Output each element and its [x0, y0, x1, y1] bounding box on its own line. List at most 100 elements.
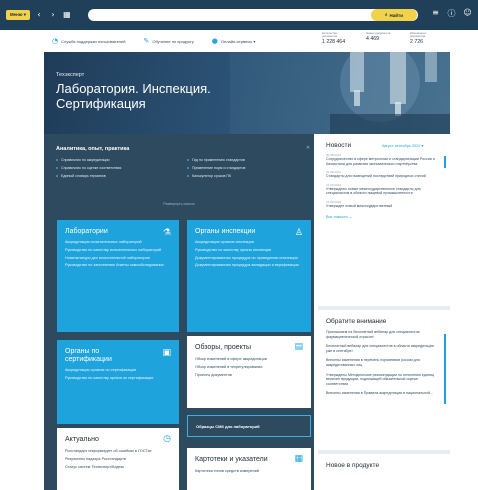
- search-icon: ⌕: [384, 13, 388, 18]
- stat-label: Новых документов: [366, 31, 391, 35]
- attention-item[interactable]: Приглашаем на бесплатный вебинар для спе…: [326, 330, 442, 339]
- card-title: Актуально: [65, 436, 99, 443]
- card-title: Органы по сертификации: [65, 348, 112, 363]
- card-link[interactable]: Обзор изменений в сфере аккредитации: [195, 357, 303, 362]
- card-link[interactable]: Росстандарт информирует об ошибках в ГОС…: [65, 449, 171, 454]
- news-month-select[interactable]: Август-сентябрь 2022 ▾: [382, 143, 423, 148]
- stat-label: Количество документов: [322, 31, 338, 39]
- info-icon[interactable]: ⓘ: [447, 8, 456, 19]
- grid-icon[interactable]: ▦: [62, 10, 72, 20]
- stat-new[interactable]: Новых документов 4 469: [366, 31, 396, 45]
- news-item[interactable]: 01.09.2022 Утвержден новый межгосударств…: [326, 200, 442, 209]
- card-link[interactable]: Руководство по заполнению Анкеты самообс…: [65, 263, 171, 268]
- stat-value: 4 469: [366, 36, 379, 43]
- headset-icon: ◔: [52, 37, 59, 45]
- analytics-link[interactable]: Применение норм и стандартов: [187, 164, 245, 172]
- analytics-title: Аналитика, опыт, практика: [56, 146, 130, 152]
- document-stats: Количество документов 1 228 464 Новых до…: [322, 31, 440, 46]
- analytics-link[interactable]: Гид по применению стандартов: [187, 156, 245, 164]
- stat-value: 2 726: [410, 39, 423, 46]
- products-panel: Новое в продукте: [318, 454, 450, 490]
- right-sidebar: Новости Август-сентябрь 2022 ▾ 30.08.202…: [318, 134, 450, 490]
- attention-item[interactable]: Утверждены Методические рекомендации по …: [326, 373, 442, 387]
- attention-scrollbar[interactable]: [444, 334, 446, 404]
- card-link[interactable]: Номенклатура дел испытательной лаборатор…: [65, 256, 171, 261]
- clock-icon: ◷: [163, 434, 171, 444]
- products-title: Новое в продукте: [326, 462, 380, 469]
- card-title: Органы инспекции: [195, 228, 256, 235]
- search-button[interactable]: ⌕ Найти: [371, 9, 417, 21]
- card-link[interactable]: Результаты надзора Росстандарта: [65, 457, 171, 462]
- user-icon[interactable]: ☺: [463, 8, 472, 19]
- stat-label: Изменённых документов: [410, 31, 427, 39]
- learning-icon: ✎: [143, 37, 150, 45]
- card-link[interactable]: Руководство по качеству органа по сертиф…: [65, 376, 171, 381]
- certificate-icon: ▣: [162, 348, 171, 358]
- online-services-link[interactable]: ● Онлайн-сервисы ▾: [212, 37, 256, 45]
- document-icon: ▤: [294, 342, 303, 352]
- card-link[interactable]: Картотека типов средств измерений: [195, 469, 303, 474]
- card-link[interactable]: Документированная процедура валидации и …: [195, 263, 303, 268]
- inspection-card[interactable]: Органы инспекции ♙ Аккредитация органов …: [187, 220, 311, 332]
- search-input[interactable]: [88, 9, 418, 21]
- card-link[interactable]: Обзор изменений в техрегулировании: [195, 365, 303, 370]
- analytics-link[interactable]: Справочник по аккредитации: [56, 156, 121, 164]
- list-icon[interactable]: ≡: [431, 8, 440, 19]
- news-text: Стандарты для помещений последствий прир…: [326, 174, 426, 179]
- card-link[interactable]: Документированная процедура по проведени…: [195, 256, 303, 261]
- card-link[interactable]: Аккредитация органов по сертификации: [65, 368, 171, 373]
- analytics-list-right: Гид по применению стандартов Применение …: [187, 156, 245, 180]
- chevron-right-icon[interactable]: ›: [48, 10, 58, 20]
- stat-value: 1 228 464: [322, 39, 346, 46]
- attention-title: Обратите внимание: [326, 318, 387, 325]
- chevron-left-icon[interactable]: ‹: [34, 10, 44, 20]
- toolbar-right-icons: ≡ ⓘ ☺: [431, 8, 472, 19]
- search-box: [88, 9, 418, 21]
- analytics-link[interactable]: Справочник по оценке соответствия: [56, 164, 121, 172]
- card-title: Обзоры, проекты: [195, 344, 251, 351]
- catalog-icon: ▦: [294, 454, 303, 464]
- analytics-link[interactable]: Единый словарь терминов: [56, 172, 121, 180]
- news-item[interactable]: 30.08.2022 Сотрудничество в сфере метрол…: [326, 153, 442, 166]
- stat-total[interactable]: Количество документов 1 228 464: [322, 31, 352, 46]
- attention-item[interactable]: Бесплатный вебинар для специалистов в об…: [326, 344, 442, 353]
- attention-item[interactable]: Внесены изменения в перечень нормативов …: [326, 358, 442, 367]
- training-link-label: Обучение по продукту: [152, 38, 194, 44]
- news-item[interactable]: 31.08.2022 Утверждены новые межгосударст…: [326, 183, 442, 196]
- news-text: Утвержден новый межгосударственный: [326, 203, 393, 208]
- card-title: Лаборатории: [65, 228, 108, 235]
- card-link[interactable]: Руководство по качеству органа инспекции: [195, 248, 303, 253]
- training-link[interactable]: ✎ Обучение по продукту: [143, 37, 193, 45]
- news-text: Утверждены новые межгосударственные стан…: [326, 186, 421, 196]
- lab-card[interactable]: Лаборатории ⚗ Аккредитация испытательных…: [57, 220, 179, 332]
- support-link[interactable]: ◔ Служба поддержки пользователей: [52, 37, 125, 45]
- catalogs-card[interactable]: Картотеки и указатели ▦ Картотека типов …: [187, 448, 311, 490]
- card-link[interactable]: Проекты документов: [195, 373, 303, 378]
- card-link[interactable]: Статус систем Техэксперт/Кодекс: [65, 465, 171, 470]
- card-title: Картотеки и указатели: [195, 456, 268, 463]
- news-text: Сотрудничество в сфере метрологии и стан…: [326, 157, 435, 166]
- close-icon[interactable]: ✕: [306, 145, 310, 151]
- reviews-card[interactable]: Обзоры, проекты ▤ Обзор изменений в сфер…: [187, 336, 311, 408]
- certification-card[interactable]: Органы по сертификации ▣ Аккредитация ор…: [57, 340, 179, 424]
- qms-samples-button[interactable]: Образцы СМК для лабораторий: [187, 415, 311, 437]
- news-item[interactable]: 31.08.2022 Стандарты для помещений после…: [326, 170, 442, 179]
- actual-card[interactable]: Актуально ◷ Росстандарт информирует об о…: [57, 428, 179, 490]
- analytics-link[interactable]: Калькулятор сроков ПК: [187, 172, 245, 180]
- card-link[interactable]: Руководство по качеству испытательных ла…: [65, 248, 171, 253]
- expand-list-link[interactable]: Развернуть список: [44, 202, 314, 206]
- menu-button[interactable]: Меню ▾: [6, 10, 30, 20]
- analytics-list-left: Справочник по аккредитации Справочник по…: [56, 156, 121, 180]
- attention-item[interactable]: Внесены изменения в Правила аккредитации…: [326, 391, 442, 396]
- card-link[interactable]: Аккредитация испытательных лабораторий: [65, 240, 171, 245]
- all-news-link[interactable]: Все новости →: [326, 215, 442, 219]
- hero-banner: Техэксперт Лаборатория. Инспекция. Серти…: [44, 52, 450, 134]
- news-scrollbar[interactable]: [444, 156, 446, 168]
- globe-icon: ●: [211, 37, 218, 45]
- flask-icon: ⚗: [162, 228, 171, 238]
- stat-changed[interactable]: Изменённых документов 2 726: [410, 31, 440, 46]
- service-bar: ◔ Служба поддержки пользователей ✎ Обуче…: [44, 30, 450, 52]
- page-title: Лаборатория. Инспекция. Сертификация: [56, 81, 211, 111]
- online-services-label: Онлайн-сервисы ▾: [220, 38, 256, 44]
- card-link[interactable]: Аккредитация органов инспекции: [195, 240, 303, 245]
